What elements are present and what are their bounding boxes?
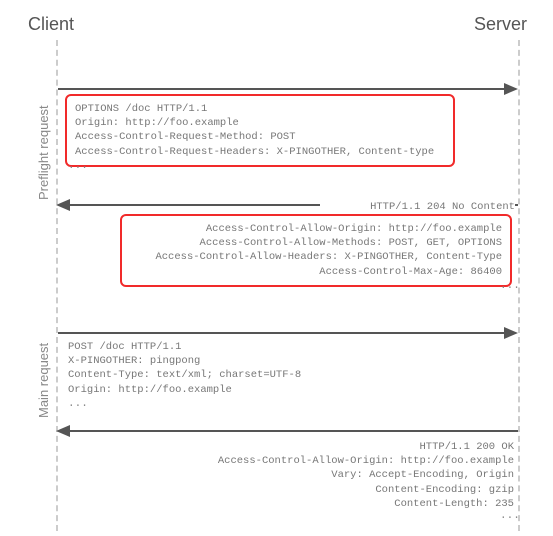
arrow-preflight-request (58, 88, 504, 90)
section-preflight-label: Preflight request (36, 105, 51, 200)
ellipsis-3: ... (68, 398, 88, 410)
ellipsis-2: ... (500, 280, 520, 292)
arrow-head-main-response (56, 425, 70, 437)
arrow-head-preflight-response (56, 199, 70, 211)
preflight-req-line2: Origin: http://foo.example (75, 116, 445, 130)
main-req-line2: X-PINGOTHER: pingpong (68, 354, 428, 368)
preflight-req-line3: Access-Control-Request-Method: POST (75, 130, 445, 144)
main-req-line3: Content-Type: text/xml; charset=UTF-8 (68, 368, 428, 382)
ellipsis-4: ... (500, 510, 520, 522)
preflight-req-line1: OPTIONS /doc HTTP/1.1 (75, 102, 445, 116)
preflight-res-line4: Access-Control-Max-Age: 86400 (130, 265, 502, 279)
server-label: Server (474, 14, 527, 35)
main-req-line1: POST /doc HTTP/1.1 (68, 340, 428, 354)
main-res-line3: Vary: Accept-Encoding, Origin (200, 468, 514, 482)
preflight-req-line4: Access-Control-Request-Headers: X-PINGOT… (75, 145, 445, 159)
main-request-text: POST /doc HTTP/1.1 X-PINGOTHER: pingpong… (68, 338, 428, 399)
section-main-label: Main request (36, 343, 51, 418)
arrow-main-request (58, 332, 504, 334)
main-response-text: HTTP/1.1 200 OK Access-Control-Allow-Ori… (200, 438, 514, 513)
main-res-line4: Content-Encoding: gzip (200, 483, 514, 497)
main-res-line5: Content-Length: 235 (200, 497, 514, 511)
preflight-response-box: Access-Control-Allow-Origin: http://foo.… (120, 214, 512, 287)
main-res-line2: Access-Control-Allow-Origin: http://foo.… (200, 454, 514, 468)
client-lifeline (56, 40, 58, 531)
arrow-head-preflight-request (504, 83, 518, 95)
arrow-head-main-request (504, 327, 518, 339)
main-res-line1: HTTP/1.1 200 OK (200, 440, 514, 454)
preflight-res-line2: Access-Control-Allow-Methods: POST, GET,… (130, 236, 502, 250)
arrow-main-response (70, 430, 518, 432)
preflight-res-line1: Access-Control-Allow-Origin: http://foo.… (130, 222, 502, 236)
ellipsis-1: ... (68, 160, 88, 172)
main-req-line4: Origin: http://foo.example (68, 383, 428, 397)
client-label: Client (28, 14, 74, 35)
preflight-res-line3: Access-Control-Allow-Headers: X-PINGOTHE… (130, 250, 502, 264)
preflight-request-box: OPTIONS /doc HTTP/1.1 Origin: http://foo… (65, 94, 455, 167)
